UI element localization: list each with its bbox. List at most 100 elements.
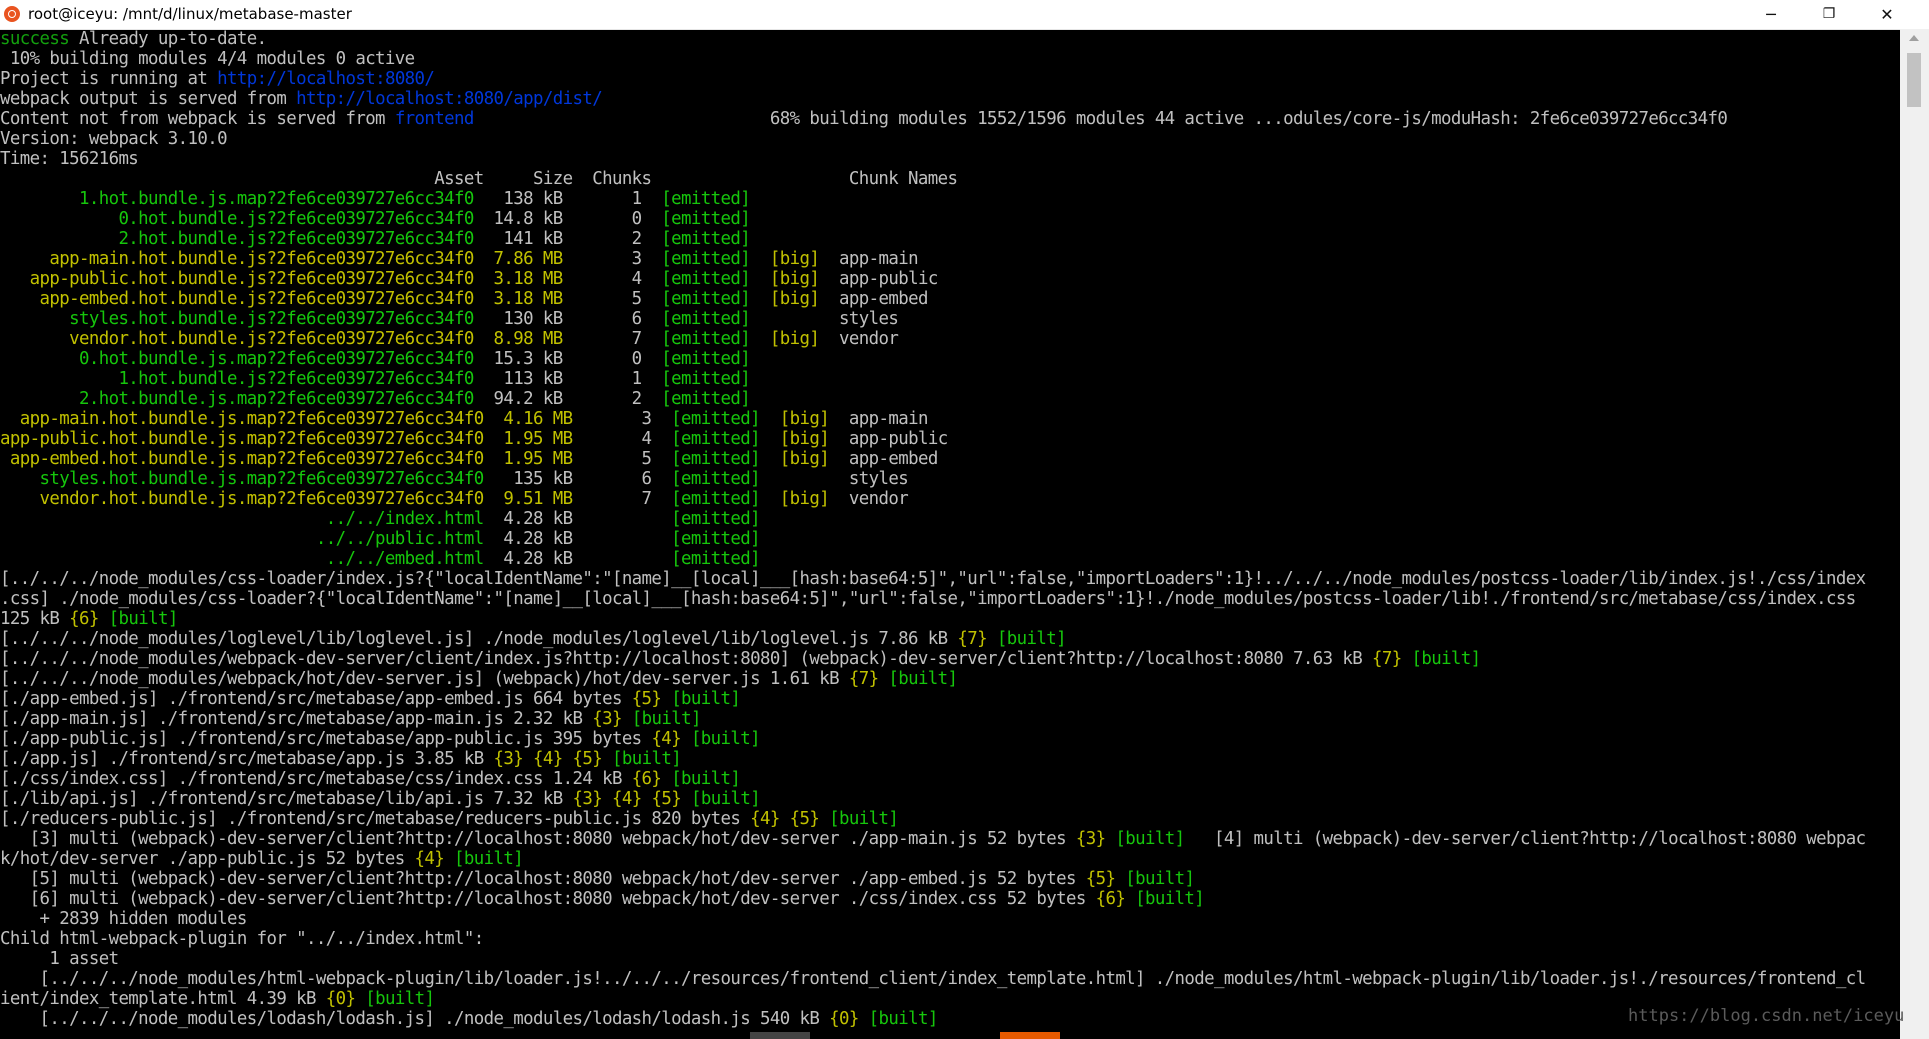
terminal-line: 1 asset xyxy=(0,949,1900,969)
terminal-text: [built] xyxy=(829,809,899,829)
terminal-text: app-public.hot.bundle.js.map?2fe6ce03972… xyxy=(0,429,573,449)
scroll-up-icon[interactable] xyxy=(1909,35,1919,41)
terminal-text: [4] multi (webpack)-dev-server/client?ht… xyxy=(1184,829,1866,849)
terminal-text: [emitted] xyxy=(661,189,751,209)
terminal-text: ../../public.html xyxy=(0,529,484,549)
maximize-button[interactable]: ❐ xyxy=(1800,0,1858,29)
terminal-text: [../../../node_modules/webpack-dev-serve… xyxy=(0,649,1372,669)
terminal-text: [./reducers-public.js] ./frontend/src/me… xyxy=(0,809,751,829)
terminal-text: styles.hot.bundle.js.map?2fe6ce039727e6c… xyxy=(0,469,484,489)
terminal-line: Content not from webpack is served from … xyxy=(0,109,1900,129)
terminal-text: [big] xyxy=(779,429,830,449)
terminal-text: 5 xyxy=(562,289,662,309)
ubuntu-icon xyxy=(4,6,20,22)
terminal-output[interactable]: success Already up-to-date. 10% building… xyxy=(0,29,1900,1039)
terminal-line: [../../../node_modules/loglevel/lib/logl… xyxy=(0,629,1900,649)
terminal-text: 0.hot.bundle.js.map?2fe6ce039727e6cc34f0 xyxy=(0,349,474,369)
terminal-text: [built] xyxy=(1411,649,1481,669)
terminal-text: 1 asset xyxy=(0,949,119,969)
terminal-text: [./app.js] ./frontend/src/metabase/app.j… xyxy=(0,749,494,769)
terminal-line: [../../../node_modules/lodash/lodash.js]… xyxy=(0,1009,1900,1029)
terminal-text: {3} xyxy=(493,749,524,769)
terminal-line: [./css/index.css] ./frontend/src/metabas… xyxy=(0,769,1900,789)
minimize-button[interactable]: ─ xyxy=(1742,0,1800,29)
terminal-line: [./lib/api.js] ./frontend/src/metabase/l… xyxy=(0,789,1900,809)
terminal-text: [built] xyxy=(671,689,741,709)
terminal-text: {7} xyxy=(848,669,879,689)
terminal-text: {5} xyxy=(572,749,603,769)
terminal-text: 3 xyxy=(562,249,662,269)
terminal-line: 1.hot.bundle.js.map?2fe6ce039727e6cc34f0… xyxy=(0,189,1900,209)
terminal-text: [6] multi (webpack)-dev-server/client?ht… xyxy=(0,889,1096,909)
terminal-text: [emitted] xyxy=(661,289,751,309)
terminal-text: styles xyxy=(760,469,909,489)
terminal-text: app-embed xyxy=(829,449,938,469)
terminal-text: 1.hot.bundle.js?2fe6ce039727e6cc34f0 xyxy=(0,369,474,389)
terminal-text: [emitted] xyxy=(661,209,751,229)
terminal-text: 4.28 kB xyxy=(483,549,672,569)
terminal-text: app-public.hot.bundle.js?2fe6ce039727e6c… xyxy=(0,269,564,289)
terminal-text: app-public xyxy=(829,429,948,449)
terminal-text: [./css/index.css] ./frontend/src/metabas… xyxy=(0,769,632,789)
terminal-line: + 2839 hidden modules xyxy=(0,909,1900,929)
terminal-text: [built] xyxy=(868,1009,939,1029)
terminal-text: app-embed.hot.bundle.js?2fe6ce039727e6cc… xyxy=(0,289,563,309)
terminal-text: 4 xyxy=(562,269,662,289)
terminal-text: [emitted] xyxy=(661,309,751,329)
terminal-line: 2.hot.bundle.js.map?2fe6ce039727e6cc34f0… xyxy=(0,389,1900,409)
terminal-text: [./app-public.js] ./frontend/src/metabas… xyxy=(0,729,652,749)
terminal-text: 138 kB 1 xyxy=(473,189,662,209)
terminal-text: {3} xyxy=(572,789,603,809)
terminal-text: [built] xyxy=(671,769,741,789)
terminal-text: Child html-webpack-plugin for "../../ind… xyxy=(0,929,484,949)
terminal-text: styles.hot.bundle.js?2fe6ce039727e6cc34f… xyxy=(0,309,474,329)
terminal-text: {4} xyxy=(651,729,682,749)
terminal-text: {0} xyxy=(829,1009,859,1029)
terminal-line: [./app.js] ./frontend/src/metabase/app.j… xyxy=(0,749,1900,769)
terminal-line: Asset Size Chunks Chunk Names xyxy=(0,169,1900,189)
terminal-text: {6} xyxy=(69,609,99,629)
terminal-text: 1.hot.bundle.js.map?2fe6ce039727e6cc34f0 xyxy=(0,189,474,209)
close-button[interactable]: ✕ xyxy=(1858,0,1916,29)
terminal-text: [big] xyxy=(769,269,820,289)
terminal-text: [built] xyxy=(690,789,761,809)
terminal-text: [../../../node_modules/lodash/lodash.js]… xyxy=(0,1009,830,1029)
terminal-text: 2.hot.bundle.js.map?2fe6ce039727e6cc34f0 xyxy=(0,389,474,409)
terminal-text: [emitted] xyxy=(661,389,751,409)
terminal-text: [built] xyxy=(108,609,179,629)
terminal-text: [emitted] xyxy=(671,529,761,549)
terminal-text: app-embed xyxy=(819,289,928,309)
terminal-line: Project is running at http://localhost:8… xyxy=(0,69,1900,89)
terminal-text: ../../index.html xyxy=(0,509,485,529)
vertical-scrollbar[interactable] xyxy=(1900,29,1929,1039)
terminal-text: {4} xyxy=(414,849,445,869)
terminal-line: styles.hot.bundle.js?2fe6ce039727e6cc34f… xyxy=(0,309,1900,329)
terminal-line: Child html-webpack-plugin for "../../ind… xyxy=(0,929,1900,949)
terminal-text: {4} xyxy=(533,749,563,769)
terminal-text: [emitted] xyxy=(671,509,761,529)
terminal-text: vendor.hot.bundle.js?2fe6ce039727e6cc34f… xyxy=(0,329,563,349)
terminal-text: [big] xyxy=(769,289,820,309)
terminal-line: vendor.hot.bundle.js.map?2fe6ce039727e6c… xyxy=(0,489,1900,509)
terminal-text: 130 kB 6 xyxy=(473,309,662,329)
terminal-text: [big] xyxy=(779,449,830,469)
terminal-text: app-main.hot.bundle.js?2fe6ce039727e6cc3… xyxy=(0,249,563,269)
terminal-line: app-public.hot.bundle.js?2fe6ce039727e6c… xyxy=(0,269,1900,289)
terminal-text: [big] xyxy=(769,249,820,269)
scrollbar-thumb[interactable] xyxy=(1907,53,1921,107)
terminal-text: .css] ./node_modules/css-loader?{"localI… xyxy=(0,589,1856,609)
terminal-text: [../../../node_modules/loglevel/lib/logl… xyxy=(0,629,958,649)
